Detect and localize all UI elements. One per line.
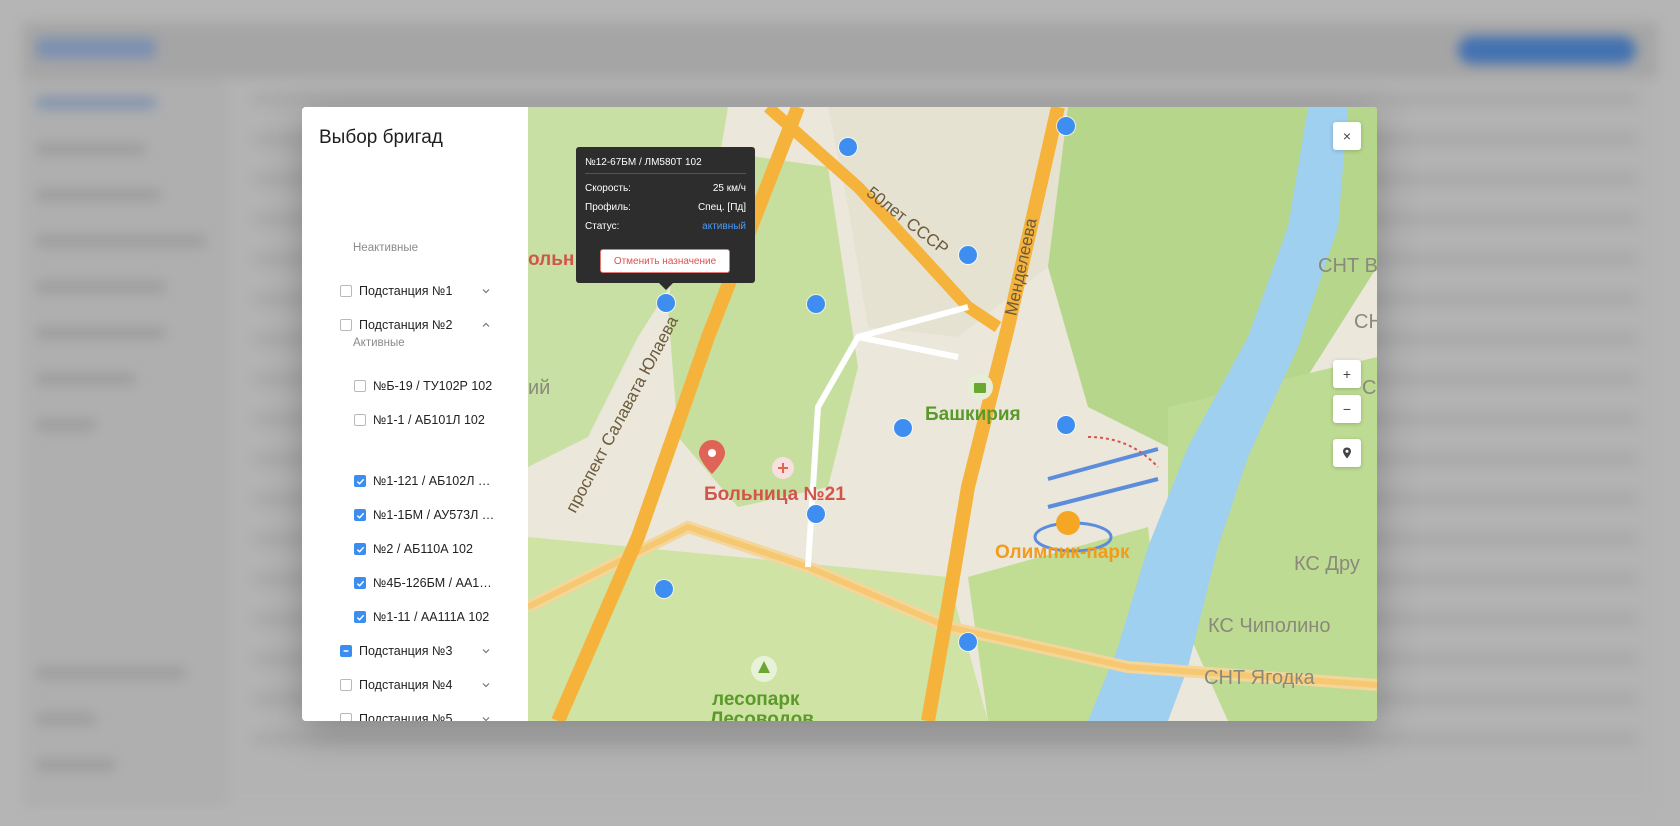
checkbox-checked[interactable]	[354, 577, 366, 589]
cancel-assignment-button[interactable]: Отменить назначение	[600, 249, 730, 273]
chevron-down-icon[interactable]	[481, 286, 491, 296]
poi-label-hospital: Больница №21	[704, 484, 846, 505]
location-pin-icon	[1343, 447, 1351, 459]
substation-row[interactable]: Подстанция №4	[302, 670, 528, 700]
brigade-marker[interactable]	[959, 633, 977, 651]
modal-title: Выбор бригад	[319, 127, 443, 148]
substation-row[interactable]: Подстанция №3	[302, 636, 528, 666]
brigade-marker[interactable]	[807, 295, 825, 313]
checkbox-checked[interactable]	[354, 543, 366, 555]
brigade-row[interactable]: №1-1 / АБ101Л 102	[302, 405, 528, 435]
checkbox[interactable]	[340, 319, 352, 331]
brigade-marker[interactable]	[807, 505, 825, 523]
area-label: СНТ Ягодка	[1204, 667, 1315, 689]
substation-label: Подстанция №4	[359, 678, 453, 692]
brigade-tooltip: №12-67БМ / ЛМ580Т 102 Скорость: 25 км/ч …	[576, 147, 755, 290]
speed-value: 25 км/ч	[712, 183, 746, 194]
speed-label: Скорость:	[585, 183, 631, 194]
poi-label-forest: лесопарк	[712, 689, 800, 710]
brigade-row[interactable]: №Б-19 / ТУ102Р 102	[302, 371, 528, 401]
poi-label-bashkiria: Башкирия	[925, 404, 1021, 425]
poi-label-forest-2: Лесоводов	[710, 709, 814, 721]
checkbox[interactable]	[340, 679, 352, 691]
area-label: СН	[1354, 311, 1377, 333]
substation-label: Подстанция №3	[359, 644, 453, 658]
status-label: Статус:	[585, 221, 620, 232]
checkbox-checked[interactable]	[354, 509, 366, 521]
brigade-label: №1-1БМ / АУ573Л 1...	[373, 508, 497, 522]
brigade-row[interactable]: №2 / АБ110А 102	[302, 534, 528, 564]
status-value: активный	[702, 221, 746, 232]
brigade-label: №Б-19 / ТУ102Р 102	[373, 379, 493, 393]
brigade-marker[interactable]	[1057, 117, 1075, 135]
area-label: КС Дру	[1294, 553, 1360, 575]
checkbox-checked[interactable]	[354, 611, 366, 623]
tooltip-title: №12-67БМ / ЛМ580Т 102	[585, 157, 702, 168]
brigade-row[interactable]: №4Б-126БМ / АА101...	[302, 568, 528, 598]
substation-label: Подстанция №5	[359, 712, 453, 721]
substation-label: Подстанция №1	[359, 284, 453, 298]
chevron-down-icon[interactable]	[481, 646, 491, 656]
brigade-marker[interactable]	[959, 246, 977, 264]
area-label: С	[1362, 377, 1377, 399]
checkbox-checked[interactable]	[354, 475, 366, 487]
brigade-marker[interactable]	[657, 294, 675, 312]
brigade-row[interactable]: №1-11 / АА111А 102	[302, 602, 528, 632]
substation-row[interactable]: Подстанция №5	[302, 704, 528, 721]
brigade-marker[interactable]	[839, 138, 857, 156]
brigade-tree-panel: Выбор бригад Подстанция №1 Подстанция №2…	[302, 107, 528, 721]
zoom-out-button[interactable]: −	[1333, 395, 1361, 423]
tooltip-divider	[585, 173, 746, 174]
brigade-marker[interactable]	[894, 419, 912, 437]
map-view[interactable]: проспект Салавата Юлаева 50лет СССР Менд…	[528, 107, 1377, 721]
area-label: СНТ В	[1318, 255, 1377, 277]
plus-icon: +	[1342, 366, 1352, 382]
close-button[interactable]: ×	[1333, 122, 1361, 150]
zoom-in-button[interactable]: +	[1333, 360, 1361, 388]
checkbox[interactable]	[340, 285, 352, 297]
brigade-row[interactable]: №1-121 / АБ102Л 102	[302, 466, 528, 496]
brigade-label: №2 / АБ110А 102	[373, 542, 473, 556]
checkbox-indeterminate[interactable]	[340, 645, 352, 657]
brigade-label: №1-121 / АБ102Л 102	[373, 474, 497, 488]
checkbox[interactable]	[354, 414, 366, 426]
substation-row[interactable]: Подстанция №2	[302, 310, 528, 340]
substation-row[interactable]: Подстанция №1	[302, 276, 528, 306]
chevron-down-icon[interactable]	[481, 714, 491, 721]
profile-label: Профиль:	[585, 202, 631, 213]
brigade-row[interactable]: №1-1БМ / АУ573Л 1...	[302, 500, 528, 530]
checkbox[interactable]	[354, 380, 366, 392]
area-label: ий	[528, 377, 551, 399]
chevron-down-icon[interactable]	[481, 680, 491, 690]
brigade-marker[interactable]	[1057, 416, 1075, 434]
inactive-group-label: Неактивные	[353, 242, 419, 254]
tooltip-profile-row: Профиль: Спец. [Пд]	[585, 202, 746, 213]
poi-label-olympic: Олимпик-парк	[995, 542, 1130, 563]
tooltip-status-row: Статус: активный	[585, 221, 746, 232]
profile-value: Спец. [Пд]	[697, 202, 746, 213]
chevron-up-icon[interactable]	[481, 320, 491, 330]
area-label: КС Чиполино	[1208, 615, 1331, 637]
minus-icon: −	[1342, 401, 1352, 417]
brigade-selection-modal: Выбор бригад Подстанция №1 Подстанция №2…	[302, 107, 1377, 721]
brigade-marker[interactable]	[655, 580, 673, 598]
substation-label: Подстанция №2	[359, 318, 453, 332]
my-location-button[interactable]	[1333, 439, 1361, 467]
brigade-label: №1-1 / АБ101Л 102	[373, 413, 485, 427]
brigade-label: №1-11 / АА111А 102	[373, 610, 490, 624]
brigade-label: №4Б-126БМ / АА101...	[373, 576, 497, 590]
active-group-label: Активные	[353, 337, 405, 349]
checkbox[interactable]	[340, 713, 352, 721]
close-icon: ×	[1342, 128, 1352, 144]
poi-label-partial: ольн	[528, 249, 575, 270]
tooltip-speed-row: Скорость: 25 км/ч	[585, 183, 746, 194]
